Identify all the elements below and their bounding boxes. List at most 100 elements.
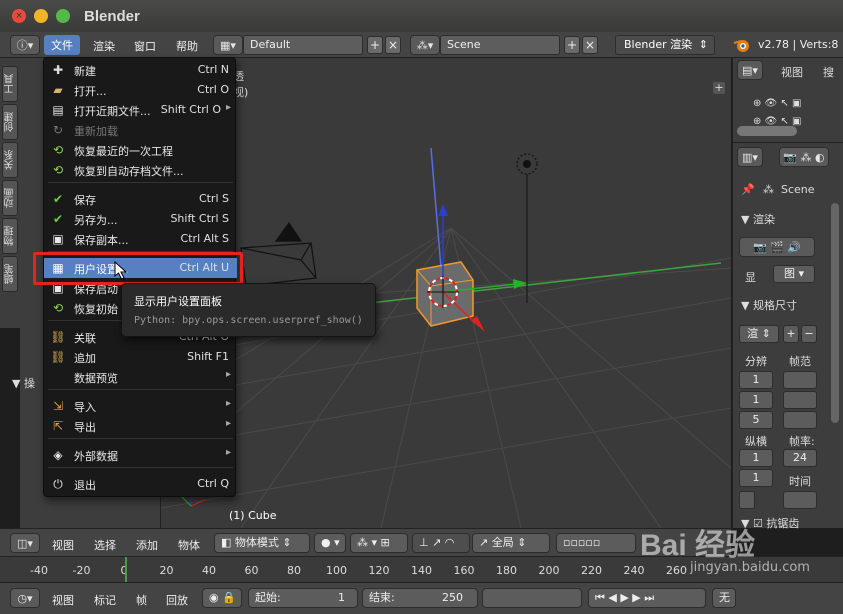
aspect-x-field[interactable]: 1 — [739, 449, 773, 467]
timeline-menu-frame[interactable]: 帧 — [136, 592, 147, 608]
outliner-view-menu[interactable]: 视图 — [781, 64, 803, 80]
delete-scene-button[interactable]: × — [582, 36, 598, 54]
dimension-preset-select[interactable]: 渲 ⇕ — [739, 325, 779, 343]
menu-render[interactable]: 渲染 — [93, 38, 115, 54]
display-select[interactable]: 图 ▾ — [773, 265, 815, 283]
menu-item-shortcut: Shift F1 — [187, 350, 229, 363]
menu-item-17[interactable]: ◈ 外部数据 ▸ — [44, 445, 237, 465]
close-window-button[interactable]: × — [12, 9, 26, 23]
tab-animation[interactable]: 动画 — [2, 180, 18, 216]
start-frame-field[interactable]: 起始: 1 — [248, 588, 358, 608]
timeline-tick-label: 240 — [623, 564, 645, 577]
current-frame-field[interactable] — [482, 588, 582, 608]
menu-item-3[interactable]: ↻ 重新加载 — [44, 120, 237, 140]
menu-help[interactable]: 帮助 — [176, 38, 198, 54]
menu-object[interactable]: 物体 — [178, 537, 200, 553]
timeline-tick-label: 80 — [287, 564, 301, 577]
timeline-menu-view[interactable]: 视图 — [52, 592, 74, 608]
remove-preset-button[interactable]: − — [801, 325, 817, 343]
transform-orientation-select[interactable]: ↗ 全局 ⇕ — [472, 533, 550, 553]
tab-physics[interactable]: 物理 — [2, 218, 18, 254]
menu-select[interactable]: 选择 — [94, 537, 116, 553]
crop-checkbox[interactable] — [739, 491, 755, 509]
tooltip-title: 显示用户设置面板 — [134, 295, 222, 308]
tab-create[interactable]: 创建 — [2, 104, 18, 140]
outliner-search-menu[interactable]: 搜 — [823, 64, 834, 80]
window-titlebar: × Blender — [0, 0, 843, 32]
menu-item-13[interactable]: ⛓ 追加 Shift F1 — [44, 347, 237, 367]
maximize-window-button[interactable] — [56, 9, 70, 23]
outliner-row-camera[interactable]: ⊕ 👁 ↖ ▣ — [753, 98, 801, 109]
editor-type-info-icon[interactable]: ⓘ▾ — [10, 35, 40, 55]
menu-item-16[interactable]: ⇱ 导出 ▸ — [44, 416, 237, 436]
frame-step-field[interactable] — [783, 411, 817, 429]
minimize-window-button[interactable] — [34, 9, 48, 23]
render-buttons[interactable]: 📷 🎬 🔊 — [739, 237, 815, 257]
aspect-y-field[interactable]: 1 — [739, 469, 773, 487]
menu-add[interactable]: 添加 — [136, 537, 158, 553]
menu-item-4[interactable]: ⟲ 恢复最近的一次工程 — [44, 140, 237, 160]
resolution-percent-field[interactable]: 5 — [739, 411, 773, 429]
sync-select[interactable]: 无 — [712, 588, 736, 608]
outliner-scrollbar[interactable] — [737, 126, 797, 136]
add-scene-button[interactable]: + — [564, 36, 580, 54]
render-engine-select[interactable]: Blender 渲染 ⇕ — [615, 35, 715, 55]
layout-field[interactable]: Default — [243, 35, 363, 55]
current-frame-marker[interactable] — [125, 557, 127, 583]
expand-properties-icon[interactable]: + — [713, 82, 725, 94]
pin-icon[interactable]: 📌 — [741, 183, 755, 196]
screen-layout-icon[interactable]: ▦▾ — [213, 35, 243, 55]
playback-controls[interactable]: ⏮ ◀ ▶ ▶ ⏭ — [588, 588, 706, 608]
tab-tools[interactable]: 工具 — [2, 66, 18, 102]
viewport-editor-icon[interactable]: ◫▾ — [10, 533, 40, 553]
frame-rate-select[interactable]: 24 — [783, 449, 817, 467]
layer-buttons[interactable]: ▫▫▫▫▫ — [556, 533, 636, 553]
menu-window[interactable]: 窗口 — [134, 38, 156, 54]
menu-item-6[interactable]: ✔ 保存 Ctrl S — [44, 189, 237, 209]
add-preset-button[interactable]: + — [783, 325, 799, 343]
menu-item-14[interactable]: 数据预览 ▸ — [44, 367, 237, 387]
import-icon: ⇲ — [52, 399, 64, 413]
submenu-arrow-icon: ▸ — [225, 447, 231, 458]
tab-grease-pencil[interactable]: 蜡笔 — [2, 256, 18, 292]
menu-view[interactable]: 视图 — [52, 537, 74, 553]
frame-start-field[interactable] — [783, 371, 817, 389]
dimensions-panel-header[interactable]: ▼ 规格尺寸 — [741, 297, 797, 313]
manipulator-buttons[interactable]: ⊥ ↗ ◠ — [412, 533, 470, 553]
mode-select[interactable]: ◧ 物体模式 ⇕ — [214, 533, 310, 553]
add-layout-button[interactable]: + — [367, 36, 383, 54]
resolution-y-field[interactable]: 1 — [739, 391, 773, 409]
pivot-select[interactable]: ⁂ ▾ ⊞ — [350, 533, 408, 553]
menu-file[interactable]: 文件 — [44, 35, 80, 55]
keying-buttons[interactable]: ◉ 🔒 — [202, 588, 242, 608]
menu-item-2[interactable]: ▤ 打开近期文件... Shift Ctrl O ▸ — [44, 100, 237, 120]
scene-field[interactable]: Scene — [440, 35, 560, 55]
end-frame-field[interactable]: 结束: 250 — [362, 588, 478, 608]
timeline-menu-playback[interactable]: 回放 — [166, 592, 188, 608]
properties-context-tabs[interactable]: 📷 ⁂ ◐ — [779, 147, 829, 167]
start-label: 起始: — [255, 591, 281, 604]
menu-item-7[interactable]: ✔ 另存为... Shift Ctrl S — [44, 209, 237, 229]
resolution-x-field[interactable]: 1 — [739, 371, 773, 389]
properties-scrollbar[interactable] — [831, 203, 839, 423]
timeline-menu-marker[interactable]: 标记 — [94, 592, 116, 608]
properties-editor-icon[interactable]: ▥▾ — [737, 147, 763, 167]
operator-panel-label: ▼ 操 — [12, 377, 35, 390]
menu-item-0[interactable]: ✚ 新建 Ctrl N — [44, 60, 237, 80]
viewport-shading-select[interactable]: ● ▾ — [314, 533, 346, 553]
menu-item-15[interactable]: ⇲ 导入 ▸ — [44, 396, 237, 416]
submenu-arrow-icon: ▸ — [225, 369, 231, 380]
tab-relations[interactable]: 关系 — [2, 142, 18, 178]
menu-item-18[interactable]: ⏻ 退出 Ctrl Q — [44, 474, 237, 494]
scene-icon[interactable]: ⁂▾ — [410, 35, 440, 55]
delete-layout-button[interactable]: × — [385, 36, 401, 54]
menu-item-1[interactable]: ▰ 打开... Ctrl O — [44, 80, 237, 100]
menu-item-label: 打开... — [74, 85, 107, 98]
frame-end-field[interactable] — [783, 391, 817, 409]
timeline-editor-icon[interactable]: ◷▾ — [10, 588, 40, 608]
render-panel-header[interactable]: ▼ 渲染 — [741, 211, 775, 227]
time-remap-field[interactable] — [783, 491, 817, 509]
menu-item-5[interactable]: ⟲ 恢复到自动存档文件... — [44, 160, 237, 180]
outliner-editor-icon[interactable]: ▤▾ — [737, 60, 763, 80]
menu-item-8[interactable]: ▣ 保存副本... Ctrl Alt S — [44, 229, 237, 249]
